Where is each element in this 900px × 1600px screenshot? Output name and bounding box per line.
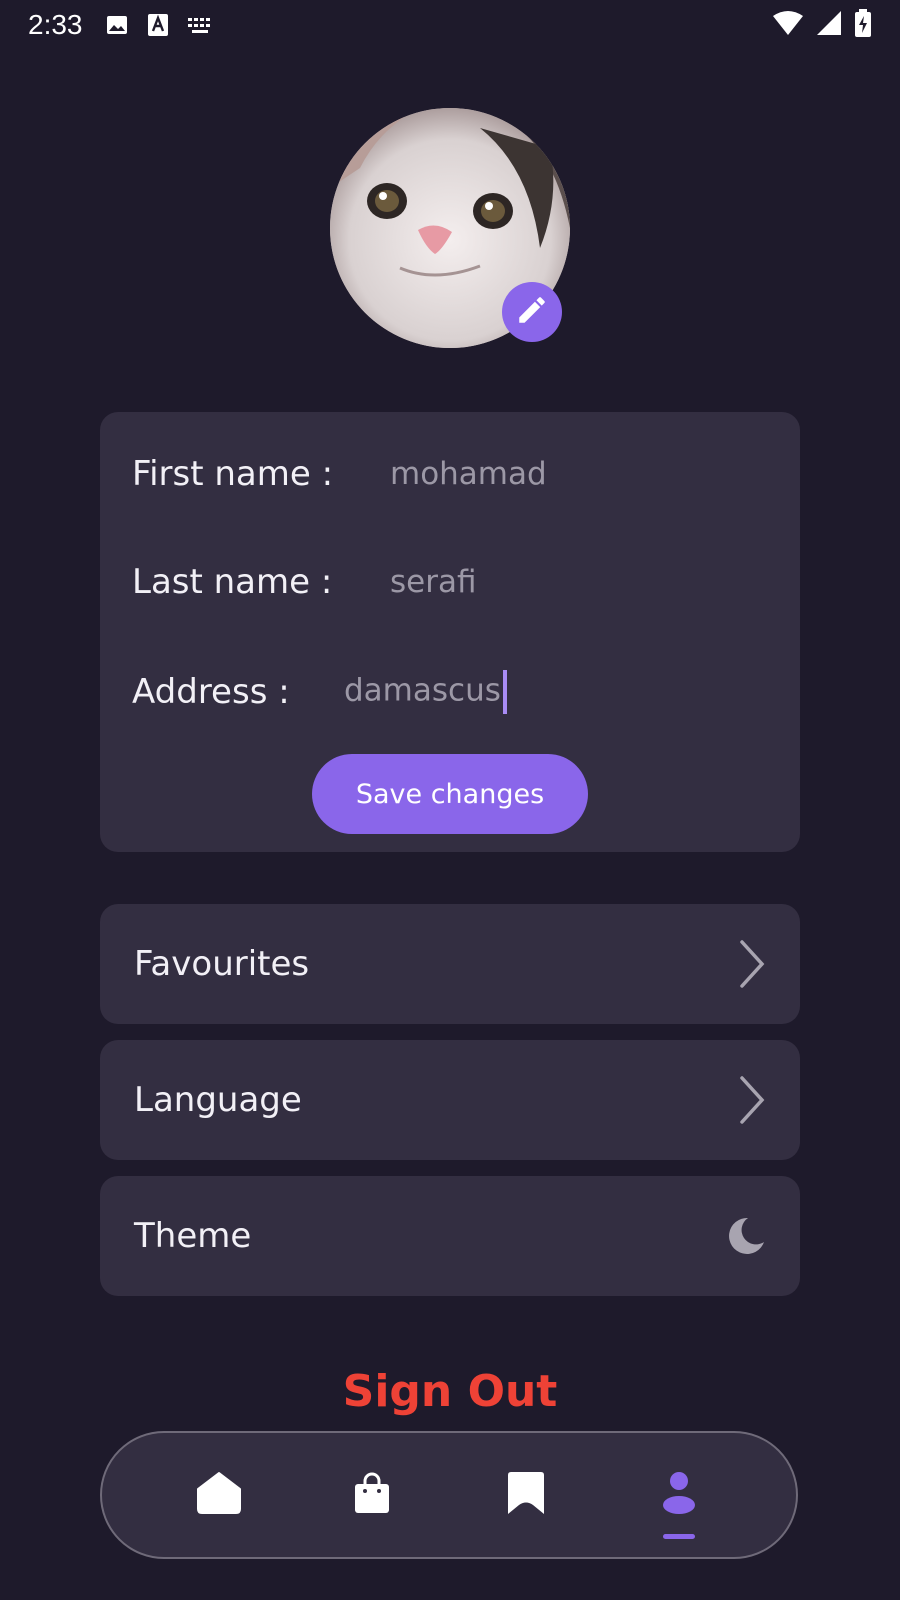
theme-row[interactable]: Theme xyxy=(100,1176,800,1296)
chevron-right-icon xyxy=(738,940,766,988)
chevron-right-icon xyxy=(738,1076,766,1124)
text-cursor xyxy=(502,670,507,714)
signal-icon xyxy=(816,10,842,40)
last-name-label: Last name : xyxy=(132,562,333,602)
language-label: Language xyxy=(134,1080,302,1120)
edit-avatar-button[interactable] xyxy=(502,282,562,342)
keyboard-icon xyxy=(187,16,213,34)
wifi-icon xyxy=(772,10,804,40)
address-value: damascus xyxy=(344,672,501,709)
favourites-row[interactable]: Favourites xyxy=(100,904,800,1024)
bookmark-icon xyxy=(507,1471,545,1519)
address-field[interactable]: damascus xyxy=(344,670,507,714)
profile-form-card: First name : mohamad Last name : serafi … xyxy=(100,412,800,852)
nav-profile[interactable] xyxy=(639,1455,719,1539)
first-name-row: First name : mohamad xyxy=(132,454,547,494)
active-tab-indicator xyxy=(663,1534,696,1539)
last-name-field[interactable]: serafi xyxy=(390,564,477,600)
address-label: Address : xyxy=(132,672,290,712)
bag-icon xyxy=(354,1472,390,1518)
battery-charging-icon xyxy=(854,9,872,41)
first-name-label: First name : xyxy=(132,454,334,494)
sign-out-button[interactable]: Sign Out xyxy=(0,1366,900,1417)
text-a-icon xyxy=(147,13,169,37)
language-row[interactable]: Language xyxy=(100,1040,800,1160)
pencil-icon xyxy=(515,293,549,331)
moon-icon[interactable] xyxy=(726,1216,766,1256)
favourites-label: Favourites xyxy=(134,944,310,984)
nav-bookmarks[interactable] xyxy=(486,1455,566,1535)
bottom-navigation xyxy=(100,1431,798,1559)
first-name-field[interactable]: mohamad xyxy=(390,456,547,492)
save-changes-button[interactable]: Save changes xyxy=(312,754,588,834)
profile-icon xyxy=(662,1471,696,1519)
theme-label: Theme xyxy=(134,1216,252,1256)
status-bar: 2:33 xyxy=(0,0,900,50)
avatar-container xyxy=(330,108,570,348)
status-time: 2:33 xyxy=(28,9,83,40)
home-icon xyxy=(196,1471,242,1519)
nav-shop[interactable] xyxy=(332,1455,412,1535)
address-row: Address : damascus xyxy=(132,670,507,714)
image-icon xyxy=(105,13,129,37)
last-name-row: Last name : serafi xyxy=(132,562,477,602)
nav-home[interactable] xyxy=(179,1455,259,1535)
